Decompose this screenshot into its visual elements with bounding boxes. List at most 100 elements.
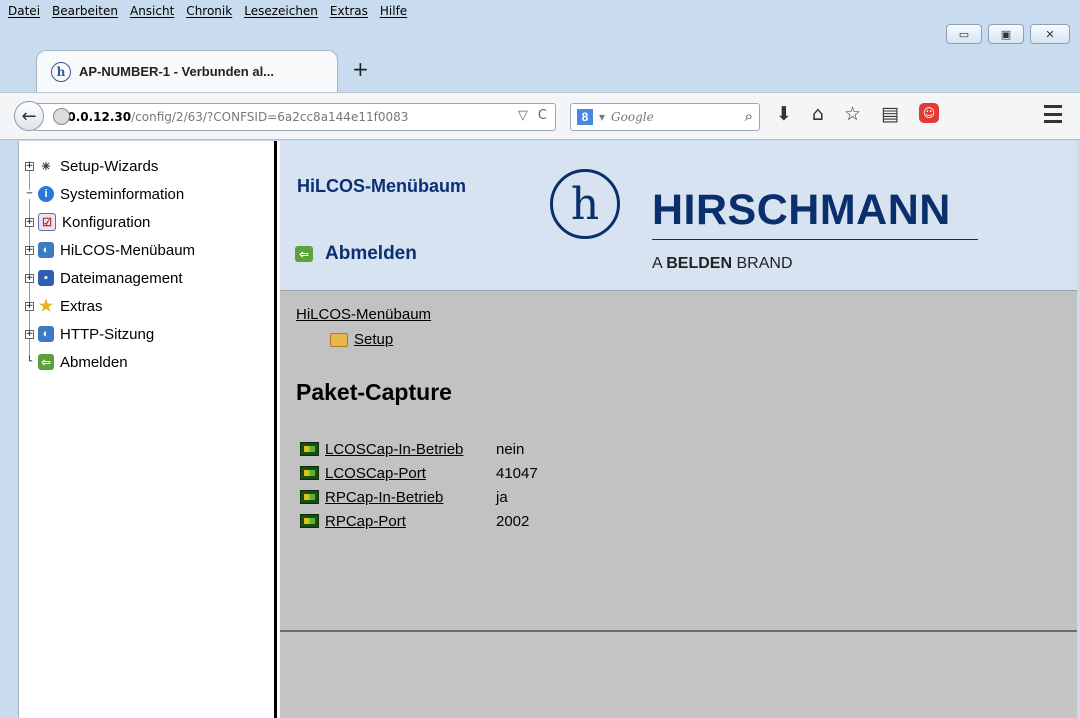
- expand-icon[interactable]: +: [25, 329, 34, 339]
- tree-item-setup-wizards[interactable]: + ✳ Setup-Wizards: [25, 155, 158, 177]
- menu-extras[interactable]: Extras: [330, 4, 368, 26]
- tree-branch: └: [25, 356, 34, 367]
- url-bar[interactable]: 10.0.12.30 /config/2/63/?CONFSID=6a2cc8a…: [32, 103, 556, 131]
- parameter-row: LCOSCap-In-Betrieb nein: [300, 437, 538, 461]
- parameter-value: nein: [496, 440, 525, 458]
- bookmark-star-icon[interactable]: ☆: [844, 103, 861, 125]
- logout-label: Abmelden: [325, 243, 417, 264]
- search-icon[interactable]: ⌕: [745, 107, 753, 125]
- tree-label: Extras: [60, 297, 103, 315]
- back-arrow-icon: ←: [21, 105, 37, 127]
- parameter-row: LCOSCap-Port 41047: [300, 461, 538, 485]
- tree-item-http-sitzung[interactable]: + ◐ HTTP-Sitzung: [25, 323, 154, 345]
- tree-item-systeminformation[interactable]: ─ i Systeminformation: [25, 183, 184, 205]
- menu-datei[interactable]: Datei: [8, 4, 40, 26]
- parameter-link[interactable]: RPCap-In-Betrieb: [325, 489, 496, 506]
- tree-label: Konfiguration: [62, 213, 151, 231]
- tree-item-hilcos-menubaum[interactable]: + ◐ HiLCOS-Menübaum: [25, 239, 195, 261]
- tree-label: Abmelden: [60, 353, 128, 371]
- brand-suffix: BRAND: [736, 255, 793, 272]
- dropdown-arrow-icon[interactable]: ▽: [518, 108, 528, 123]
- logout-link[interactable]: ⇦ Abmelden: [295, 243, 417, 265]
- config-icon: ☑: [38, 213, 56, 231]
- home-icon[interactable]: ⌂: [812, 103, 824, 125]
- save-icon: ▪: [38, 270, 54, 286]
- expand-icon[interactable]: +: [25, 273, 34, 283]
- parameter-value: 2002: [496, 512, 530, 530]
- tree-branch: ─: [25, 188, 34, 199]
- reading-list-icon[interactable]: ▤: [881, 103, 899, 125]
- menu-bar: Datei Bearbeiten Ansicht Chronik Lesezei…: [8, 4, 419, 26]
- hamburger-menu-icon[interactable]: [1044, 105, 1062, 123]
- back-button[interactable]: ←: [14, 101, 44, 131]
- parameter-icon: [300, 490, 319, 504]
- menu-chronik[interactable]: Chronik: [186, 4, 232, 26]
- brand-bold: BELDEN: [666, 255, 733, 272]
- maximize-button[interactable]: ▣: [988, 24, 1024, 44]
- browser-tab[interactable]: h AP-NUMBER-1 - Verbunden al...: [36, 50, 338, 92]
- tree-item-konfiguration[interactable]: + ☑ Konfiguration: [25, 211, 150, 233]
- maximize-icon: ▣: [1000, 27, 1012, 41]
- parameter-list: LCOSCap-In-Betrieb nein LCOSCap-Port 410…: [300, 437, 538, 533]
- parameter-row: RPCap-Port 2002: [300, 509, 538, 533]
- tree-label: Systeminformation: [60, 185, 185, 203]
- tree-item-extras[interactable]: + ★ Extras: [25, 295, 103, 317]
- tab-title: AP-NUMBER-1 - Verbunden al...: [79, 64, 275, 79]
- globe-icon: [53, 108, 70, 125]
- close-button[interactable]: ✕: [1030, 24, 1070, 44]
- header-title[interactable]: HiLCOS-Menübaum: [297, 176, 466, 197]
- content-body: HiLCOS-Menübaum Setup Paket-Capture LCOS…: [280, 291, 1077, 631]
- download-icon[interactable]: ⬇: [776, 103, 792, 125]
- toolbar-icons: ⬇ ⌂ ☆ ▤ ☺: [776, 103, 939, 125]
- parameter-link[interactable]: RPCap-Port: [325, 513, 496, 530]
- menu-ansicht[interactable]: Ansicht: [130, 4, 174, 26]
- tree-label: HTTP-Sitzung: [60, 325, 155, 343]
- breadcrumb-child-label: Setup: [354, 331, 394, 348]
- tree-label: Setup-Wizards: [60, 157, 159, 175]
- parameter-icon: [300, 442, 319, 456]
- close-icon: ✕: [1045, 27, 1055, 41]
- expand-icon[interactable]: +: [25, 161, 34, 171]
- network-icon: ◐: [38, 242, 54, 258]
- parameter-value: 41047: [496, 464, 538, 482]
- folder-icon: [330, 332, 348, 347]
- menu-lesezeichen[interactable]: Lesezeichen: [244, 4, 318, 26]
- page-content: + ✳ Setup-Wizards ─ i Systeminformation …: [18, 141, 1077, 718]
- url-path: /config/2/63/?CONFSID=6a2cc8a144e11f0083: [131, 110, 409, 124]
- parameter-link[interactable]: LCOSCap-Port: [325, 465, 496, 482]
- brand-name: HIRSCHMANN: [652, 186, 951, 234]
- new-tab-button[interactable]: +: [352, 57, 369, 81]
- addon-icon[interactable]: ☺: [918, 103, 939, 123]
- search-bar[interactable]: 8 ▾ Google ⌕: [570, 103, 760, 131]
- minimize-icon: ▭: [958, 27, 970, 41]
- navigation-tree: + ✳ Setup-Wizards ─ i Systeminformation …: [19, 141, 277, 718]
- expand-icon[interactable]: +: [25, 301, 34, 311]
- brand-prefix: A: [652, 255, 662, 272]
- expand-icon[interactable]: +: [25, 245, 34, 255]
- brand-divider: [652, 239, 978, 240]
- breadcrumb-root[interactable]: HiLCOS-Menübaum: [296, 306, 431, 323]
- parameter-link[interactable]: LCOSCap-In-Betrieb: [325, 441, 496, 458]
- navigation-bar: 10.0.12.30 /config/2/63/?CONFSID=6a2cc8a…: [0, 92, 1080, 140]
- search-placeholder: Google: [611, 110, 654, 124]
- parameter-value: ja: [496, 488, 508, 506]
- reload-icon[interactable]: C: [538, 108, 547, 123]
- expand-icon[interactable]: +: [25, 217, 34, 227]
- bottom-frame: [280, 632, 1077, 718]
- hirschmann-favicon-icon: h: [51, 61, 71, 82]
- tree-item-abmelden[interactable]: └ ⇦ Abmelden: [25, 351, 128, 373]
- breadcrumb-setup[interactable]: Setup: [330, 331, 393, 348]
- info-icon: i: [38, 186, 54, 202]
- menu-bearbeiten[interactable]: Bearbeiten: [52, 4, 118, 26]
- hirschmann-logo-icon: h: [550, 169, 620, 239]
- browser-window: Datei Bearbeiten Ansicht Chronik Lesezei…: [0, 0, 1080, 718]
- search-engine-icon[interactable]: 8: [577, 109, 593, 125]
- logout-icon: ⇦: [38, 354, 54, 370]
- search-engine-dropdown-icon[interactable]: ▾: [599, 110, 605, 124]
- network-icon: ◐: [38, 326, 54, 342]
- minimize-button[interactable]: ▭: [946, 24, 982, 44]
- brand-tagline: A BELDEN BRAND: [652, 255, 793, 273]
- tree-item-dateimanagement[interactable]: + ▪ Dateimanagement: [25, 267, 183, 289]
- page-title: Paket-Capture: [296, 379, 452, 405]
- menu-hilfe[interactable]: Hilfe: [380, 4, 407, 26]
